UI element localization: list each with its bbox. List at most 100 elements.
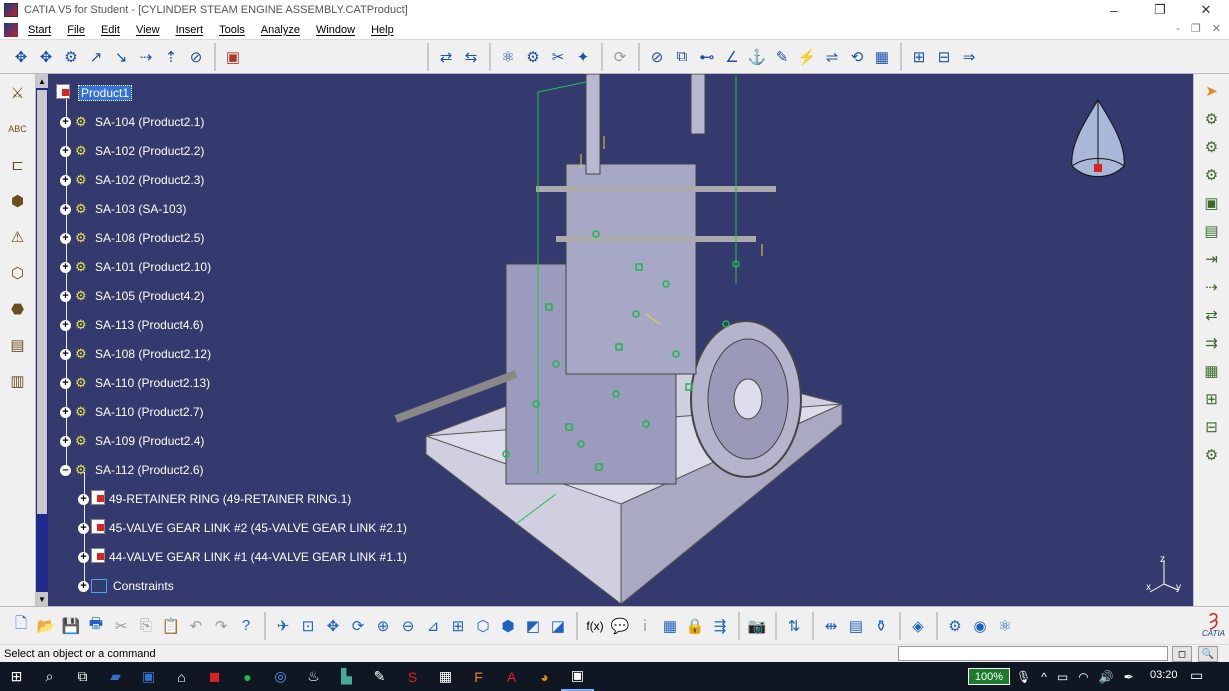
3d-viewport[interactable]: ▲ ▼ Product1 + ⚙ SA-104 (Product2.1) + ⚙ SA-… <box>36 74 1193 606</box>
tree-root-label[interactable]: Product1 <box>78 85 133 101</box>
restore-button[interactable]: ❐ <box>1137 0 1183 20</box>
annotation-list-icon[interactable]: ▤ <box>7 334 29 356</box>
stop-manipulate-icon[interactable]: ⇢ <box>135 46 157 68</box>
fit-all-icon[interactable]: ⊡ <box>297 615 319 637</box>
scene-icon[interactable]: ⬢ <box>7 190 29 212</box>
new-part-icon[interactable]: ⇒ <box>958 46 980 68</box>
pan-icon[interactable]: ✥ <box>322 615 344 637</box>
tree-item[interactable]: + ⚙ SA-108 (Product2.5) <box>60 229 204 247</box>
contact-constraint-icon[interactable]: ⧉ <box>671 46 693 68</box>
minimize-button[interactable]: – <box>1091 0 1137 20</box>
expand-icon[interactable]: + <box>60 406 71 418</box>
insert-component-icon[interactable]: ⊞ <box>1201 388 1223 410</box>
swap-visible-space-icon[interactable]: ◪ <box>547 615 569 637</box>
tree-item[interactable]: + ⚙ SA-103 (SA-103) <box>60 200 186 218</box>
normal-view-icon[interactable]: ⊿ <box>422 615 444 637</box>
fusion-icon[interactable]: F <box>462 662 495 691</box>
reuse-pattern-icon[interactable]: ▦ <box>871 46 893 68</box>
expand-icon[interactable]: + <box>60 145 71 157</box>
explode-view-icon[interactable]: ⇅ <box>783 615 805 637</box>
tree-item[interactable]: + ⚙ SA-104 (Product2.1) <box>60 113 204 131</box>
zoom-out-icon[interactable]: ⊖ <box>397 615 419 637</box>
expand-icon[interactable]: + <box>60 261 71 273</box>
cut-icon[interactable]: ✂ <box>110 615 132 637</box>
chevron-up-icon[interactable]: ^ <box>1041 670 1047 684</box>
pen-icon[interactable]: ✒ <box>1124 670 1134 684</box>
smart-move-icon[interactable]: ↘ <box>110 46 132 68</box>
catia-taskbar-icon[interactable]: ▣ <box>561 662 594 691</box>
menu-tools[interactable]: Tools <box>211 24 253 36</box>
app-icon[interactable]: ▙ <box>330 662 363 691</box>
scroll-down-icon[interactable]: ▼ <box>36 592 48 606</box>
tree-item[interactable]: + ⚙ SA-108 (Product2.12) <box>60 345 211 363</box>
expand-icon[interactable]: + <box>78 493 89 505</box>
volume-icon[interactable]: 🔊 <box>1099 670 1114 684</box>
fast-multi-instantiation-icon[interactable]: ⚙ <box>1201 136 1223 158</box>
windows-start-icon[interactable]: ⊞ <box>0 662 33 691</box>
expand-icon[interactable]: + <box>60 174 71 186</box>
render-style-icon[interactable]: ◉ <box>969 615 991 637</box>
tree-scrollbar[interactable]: ▲ ▼ <box>36 74 48 606</box>
no-clash-icon[interactable]: ⊘ <box>185 46 207 68</box>
acrobat-icon[interactable]: A <box>495 662 528 691</box>
snap-icon[interactable]: ✥ <box>35 46 57 68</box>
calculator-icon[interactable]: ▦ <box>429 662 462 691</box>
search-icon[interactable]: ⌕ <box>33 662 66 691</box>
info-icon[interactable]: ⅰ <box>634 615 656 637</box>
fly-mode-icon[interactable]: ✈ <box>272 615 294 637</box>
define-multi-instantiation-icon[interactable]: ▦ <box>1201 360 1223 382</box>
apply-material-icon[interactable]: ◈ <box>907 615 929 637</box>
expand-icon[interactable]: + <box>60 435 71 447</box>
undo-icon[interactable]: ↶ <box>185 615 207 637</box>
mechanical-structure-icon[interactable]: ✦ <box>572 46 594 68</box>
document-window-controls[interactable]: - ❐ ✕ <box>1176 22 1225 35</box>
multi-view-icon[interactable]: ⊞ <box>447 615 469 637</box>
tree-item[interactable]: – ⚙ SA-112 (Product2.6) <box>60 461 204 479</box>
close-button[interactable]: ✕ <box>1183 0 1229 20</box>
tree-child-item[interactable]: + Constraints <box>78 577 174 595</box>
solidworks-icon[interactable]: S <box>396 662 429 691</box>
tree-child-item[interactable]: +49-RETAINER RING (49-RETAINER RING.1) <box>78 490 351 508</box>
table-icon[interactable]: ▦ <box>659 615 681 637</box>
store-icon[interactable]: ⌂ <box>165 662 198 691</box>
tree-child-item[interactable]: +44-VALVE GEAR LINK #1 (44-VALVE GEAR LI… <box>78 548 407 566</box>
expand-icon[interactable]: + <box>60 116 71 128</box>
calendar-icon[interactable]: ▣ <box>132 662 165 691</box>
redo-icon[interactable]: ↷ <box>210 615 232 637</box>
expand-icon[interactable]: + <box>60 348 71 360</box>
publish-icon[interactable]: ⇆ <box>460 46 482 68</box>
fix-component-icon[interactable]: ⚓ <box>746 46 768 68</box>
analyze-dependencies-icon[interactable]: ⚛ <box>497 46 519 68</box>
menu-insert[interactable]: Insert <box>168 24 212 36</box>
menu-analyze[interactable]: Analyze <box>253 24 308 36</box>
print-icon[interactable]: 🖶 <box>85 615 107 637</box>
tree-item[interactable]: + ⚙ SA-102 (Product2.3) <box>60 171 204 189</box>
expand-icon[interactable]: + <box>60 203 71 215</box>
new-file-icon[interactable]: 🗋 <box>10 615 32 637</box>
replace-component-icon[interactable]: ▣ <box>1201 192 1223 214</box>
paste-icon[interactable]: 📋 <box>160 615 182 637</box>
lock-icon[interactable]: 🔒 <box>684 615 706 637</box>
explode-icon[interactable]: ⚙ <box>60 46 82 68</box>
expand-icon[interactable]: + <box>60 290 71 302</box>
tree-child-item[interactable]: +45-VALVE GEAR LINK #2 (45-VALVE GEAR LI… <box>78 519 407 537</box>
spotify-icon[interactable]: ● <box>231 662 264 691</box>
manage-representations-icon[interactable]: ⇄ <box>1201 304 1223 326</box>
move-compass-icon[interactable]: ✥ <box>10 46 32 68</box>
hide-show-icon[interactable]: ◩ <box>522 615 544 637</box>
expand-icon[interactable]: + <box>60 377 71 389</box>
inkscape-icon[interactable]: ✎ <box>363 662 396 691</box>
parameters-icon[interactable]: ⇶ <box>709 615 731 637</box>
text-annotation-icon[interactable]: ABC <box>7 118 29 140</box>
assembly-features-icon[interactable]: ⚙ <box>1201 444 1223 466</box>
capture-icon[interactable]: 📷 <box>746 615 768 637</box>
measure-item-icon[interactable]: ▤ <box>845 615 867 637</box>
new-product-icon[interactable]: ⊟ <box>933 46 955 68</box>
menu-view[interactable]: View <box>128 24 168 36</box>
plugin-icon[interactable]: ⚛ <box>994 615 1016 637</box>
multi-instantiation-icon[interactable]: ⇉ <box>1201 332 1223 354</box>
change-constraint-icon[interactable]: ⟲ <box>846 46 868 68</box>
tree-item[interactable]: + ⚙ SA-105 (Product4.2) <box>60 287 204 305</box>
flag-note-icon[interactable]: ⊏ <box>7 154 29 176</box>
angle-constraint-icon[interactable]: ∠ <box>721 46 743 68</box>
